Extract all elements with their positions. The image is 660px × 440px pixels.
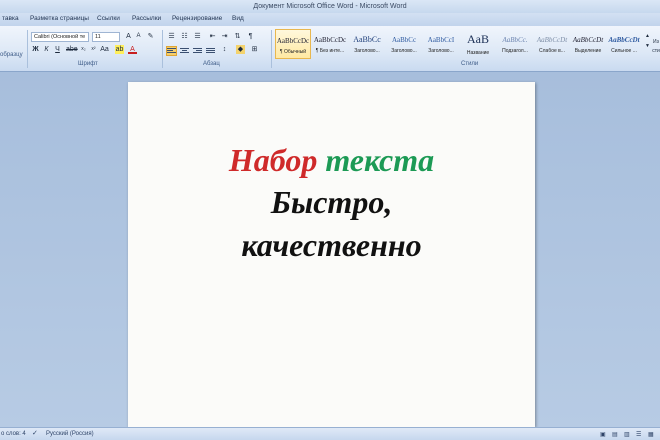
view-web-icon[interactable]: ▥ — [624, 431, 630, 438]
sort-icon[interactable]: ⇅ — [233, 32, 242, 41]
style-title[interactable]: AaB Название — [460, 29, 496, 59]
style-no-spacing[interactable]: AaBbCcDc ¶ Без инте... — [312, 29, 348, 59]
justify-icon[interactable] — [206, 47, 215, 55]
style-name: Слабое в... — [539, 48, 565, 54]
style-intense-emphasis[interactable]: AaBbCcDt Сильное ... — [606, 29, 642, 59]
view-outline-icon[interactable]: ☰ — [636, 431, 641, 438]
style-sample: AaBbCc — [391, 36, 417, 44]
styles-scroll-up-icon[interactable]: ▲ — [643, 32, 652, 41]
strikethrough-icon[interactable]: abe — [66, 45, 78, 54]
style-normal[interactable]: AaBbCcDc ¶ Обычный — [275, 29, 311, 59]
style-sample: AaB — [467, 32, 489, 46]
style-heading-2[interactable]: AaBbCc Заголово... — [386, 29, 422, 59]
font-group-caption: Шрифт — [78, 61, 98, 67]
style-name: ¶ Без инте... — [315, 48, 345, 54]
italic-icon[interactable]: К — [42, 45, 51, 54]
align-right-icon[interactable] — [193, 47, 202, 55]
decrease-indent-icon[interactable]: ⇤ — [208, 32, 217, 41]
change-case-icon[interactable]: Aa — [100, 45, 109, 54]
multilevel-list-icon[interactable]: ☰ — [193, 32, 202, 41]
numbering-icon[interactable]: ☷ — [180, 32, 189, 41]
tab-review[interactable]: Рецензирование — [172, 15, 222, 22]
subscript-icon[interactable]: x₂ — [79, 45, 88, 54]
tab-references[interactable]: Ссылки — [97, 15, 120, 22]
style-name: Выделение — [574, 48, 602, 54]
document-line-2[interactable]: Быстро, — [128, 184, 535, 221]
ribbon-separator — [162, 30, 163, 68]
proofing-icon[interactable]: ✓ — [32, 429, 38, 437]
style-sample: AaBbCc — [353, 35, 381, 44]
style-name: Подзагол... — [502, 48, 528, 54]
clear-format-icon[interactable]: ✎ — [146, 32, 155, 41]
style-name: Заголово... — [354, 48, 380, 54]
borders-icon[interactable]: ⊞ — [250, 45, 259, 54]
bold-icon[interactable]: Ж — [31, 45, 40, 54]
superscript-icon[interactable]: x² — [89, 45, 98, 54]
view-full-screen-icon[interactable]: ▤ — [612, 431, 618, 438]
bullets-icon[interactable]: ☰ — [167, 32, 176, 41]
status-bar: о слов: 4 ✓ Русский (Россия) ▣ ▤ ▥ ☰ ▦ — [0, 427, 660, 440]
font-color-icon[interactable]: A — [128, 45, 137, 54]
highlight-icon[interactable]: ab — [115, 45, 124, 54]
style-name: Сильное ... — [611, 48, 637, 54]
ribbon-separator — [27, 30, 28, 68]
tab-insert[interactable]: тавка — [2, 15, 19, 22]
style-emphasis[interactable]: AaBbCcDt Выделение — [570, 29, 606, 59]
style-name: Заголово... — [428, 48, 454, 54]
tab-page-layout[interactable]: Разметка страницы — [30, 15, 89, 22]
word-nabor[interactable]: Набор — [229, 142, 317, 178]
ribbon-separator — [271, 30, 272, 68]
style-name: ¶ Обычный — [279, 49, 307, 55]
align-center-icon[interactable] — [180, 47, 189, 55]
word-teksta[interactable]: текста — [325, 142, 434, 178]
style-sample: AaBbCc. — [502, 36, 528, 44]
window-title: Документ Microsoft Office Word - Microso… — [0, 0, 660, 13]
styles-scroll-down-icon[interactable]: ▼ — [643, 42, 652, 51]
format-painter-label[interactable]: образцу — [0, 52, 23, 58]
style-sample: AaBbCcDc — [276, 37, 310, 45]
document-line-3[interactable]: качественно — [128, 227, 535, 264]
shading-icon[interactable]: ◆ — [236, 45, 245, 54]
shrink-font-icon[interactable]: A — [134, 32, 143, 41]
font-name-field[interactable]: Calibri (Основной те — [31, 32, 89, 42]
styles-group-caption: Стили — [461, 61, 479, 67]
style-subtitle[interactable]: AaBbCc. Подзагол... — [497, 29, 533, 59]
paragraph-group-caption: Абзац — [203, 61, 220, 67]
tab-view[interactable]: Вид — [232, 15, 244, 22]
style-sample: AaBbCcDc — [313, 36, 347, 44]
word-count[interactable]: о слов: 4 — [1, 431, 26, 437]
style-name: Название — [466, 50, 490, 56]
increase-indent-icon[interactable]: ⇥ — [220, 32, 229, 41]
show-marks-icon[interactable]: ¶ — [246, 32, 255, 41]
font-size-field[interactable]: 11 — [92, 32, 120, 42]
view-draft-icon[interactable]: ▦ — [648, 431, 654, 438]
change-styles-label[interactable]: Из сти — [652, 38, 660, 54]
grow-font-icon[interactable]: A — [124, 32, 133, 41]
align-left-icon[interactable] — [166, 46, 177, 56]
document-line-1[interactable]: Набор текста — [128, 142, 535, 179]
style-sample: AaBbCcDt — [536, 36, 568, 44]
style-sample: AaBbCcDt — [608, 36, 640, 44]
style-heading-3[interactable]: AaBbCcI Заголово... — [423, 29, 459, 59]
view-print-layout-icon[interactable]: ▣ — [600, 431, 606, 438]
document-page[interactable]: Набор текста Быстро, качественно — [128, 82, 535, 427]
line-spacing-icon[interactable]: ↕ — [220, 45, 229, 54]
style-name: Заголово... — [391, 48, 417, 54]
style-heading-1[interactable]: AaBbCc Заголово... — [349, 29, 385, 59]
tab-mailings[interactable]: Рассылки — [132, 15, 161, 22]
style-sample: AaBbCcI — [427, 36, 455, 44]
style-subtle-emphasis[interactable]: AaBbCcDt Слабое в... — [534, 29, 570, 59]
style-sample: AaBbCcDt — [572, 36, 604, 44]
language-indicator[interactable]: Русский (Россия) — [46, 431, 94, 437]
underline-icon[interactable]: Ч — [53, 45, 62, 54]
ribbon: образцу Calibri (Основной те 11 A A ✎ Ж … — [0, 26, 660, 72]
ribbon-tabs: тавка Разметка страницы Ссылки Рассылки … — [0, 13, 660, 26]
